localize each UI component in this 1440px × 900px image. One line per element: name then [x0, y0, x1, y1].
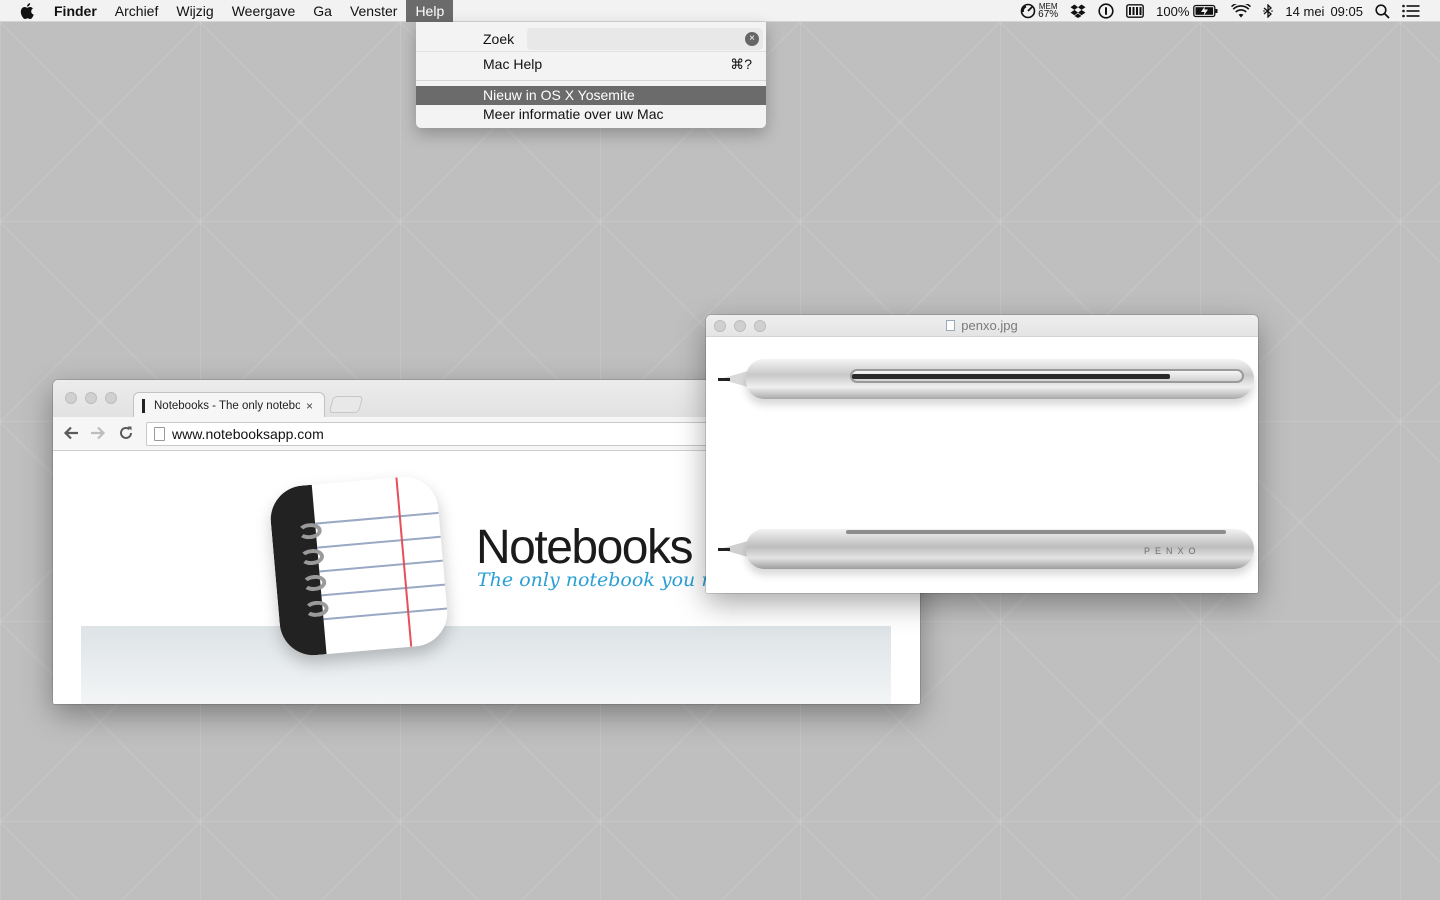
- menu-item-nieuw-in-yosemite[interactable]: Nieuw in OS X Yosemite: [416, 86, 766, 105]
- tab-title: Notebooks - The only notebook you need.: [154, 399, 300, 412]
- menu-finder[interactable]: Finder: [54, 0, 106, 22]
- help-search-row: Zoek ×: [416, 26, 766, 52]
- pen-bottom: PENXO: [746, 529, 1254, 569]
- clear-search-icon[interactable]: ×: [745, 32, 759, 46]
- memory-monitor[interactable]: MEM 67%: [1020, 0, 1058, 22]
- preview-title: penxo.jpg: [961, 318, 1018, 333]
- zoom-window-button[interactable]: [754, 320, 766, 332]
- menu-venster[interactable]: Venster: [341, 0, 406, 22]
- menu-ga[interactable]: Ga: [304, 0, 341, 22]
- dropbox-icon[interactable]: [1070, 0, 1086, 22]
- wifi-icon[interactable]: [1231, 0, 1252, 22]
- pen-lead: [718, 378, 730, 381]
- logo-paper: [267, 474, 451, 658]
- logo-ruled-line: [315, 511, 439, 525]
- forward-arrow-icon[interactable]: [89, 424, 107, 446]
- menu-item-label: Nieuw in OS X Yosemite: [483, 87, 635, 103]
- onepassword-icon[interactable]: [1098, 0, 1114, 22]
- penxo-product-image: PENXO: [706, 337, 1258, 593]
- battery-percent: 100%: [1156, 3, 1190, 19]
- minimize-window-button[interactable]: [734, 320, 746, 332]
- brand-heading[interactable]: Notebooks: [476, 520, 693, 575]
- menu-item-meer-informatie[interactable]: Meer informatie over uw Mac: [416, 105, 766, 124]
- menu-bar: Finder Archief Wijzig Weergave Ga Venste…: [0, 0, 1440, 22]
- help-menu-dropdown: Zoek × Mac Help ⌘? Nieuw in OS X Yosemit…: [416, 22, 766, 128]
- notebooks-app-logo-icon: [267, 474, 451, 658]
- menu-item-mac-help[interactable]: Mac Help ⌘?: [416, 55, 766, 74]
- page-icon: [154, 427, 165, 441]
- back-arrow-icon[interactable]: [62, 424, 80, 446]
- help-search-input[interactable]: ×: [527, 28, 763, 50]
- minimize-window-button[interactable]: [85, 392, 97, 404]
- help-search-label: Zoek: [483, 31, 515, 47]
- menu-item-label: Mac Help: [483, 56, 543, 72]
- bluetooth-icon[interactable]: [1263, 0, 1274, 22]
- clock-date[interactable]: 14 mei: [1285, 4, 1324, 19]
- menu-archief[interactable]: Archief: [106, 0, 168, 22]
- notification-center-icon[interactable]: [1402, 0, 1420, 22]
- menu-separator: [416, 51, 766, 52]
- menu-item-shortcut: ⌘?: [730, 56, 752, 72]
- logo-ruled-line: [323, 607, 448, 621]
- tab-close-icon[interactable]: ×: [306, 399, 313, 413]
- menu-weergave[interactable]: Weergave: [223, 0, 305, 22]
- logo-ruled-line: [321, 583, 446, 597]
- new-tab-button[interactable]: [328, 396, 364, 413]
- favicon-icon: [142, 398, 145, 413]
- pen-lead: [718, 548, 730, 551]
- address-bar[interactable]: www.notebooksapp.com: [146, 422, 746, 446]
- battery-charging-icon: [1193, 4, 1218, 18]
- mem-value: 67%: [1038, 9, 1059, 20]
- browser-tab[interactable]: Notebooks - The only notebook you need. …: [133, 392, 325, 418]
- clock-time[interactable]: 09:05: [1330, 4, 1363, 19]
- preview-titlebar[interactable]: penxo.jpg: [706, 315, 1258, 337]
- reload-icon[interactable]: [117, 424, 135, 446]
- menu-help[interactable]: Help: [406, 0, 454, 22]
- pen-clip: [850, 369, 1244, 383]
- memory-gauge-icon: [1020, 3, 1036, 19]
- address-bar-url: www.notebooksapp.com: [172, 426, 324, 442]
- menu-separator: [416, 80, 766, 81]
- pen-top: [746, 359, 1254, 399]
- memory-readout: MEM 67%: [1038, 3, 1059, 20]
- close-window-button[interactable]: [65, 392, 77, 404]
- apple-menu-icon[interactable]: [0, 0, 54, 22]
- logo-ruled-line: [317, 535, 441, 549]
- preview-window: penxo.jpg PENXO: [706, 315, 1258, 593]
- page-banner-floor: [81, 626, 891, 704]
- zoom-window-button[interactable]: [105, 392, 117, 404]
- battery-status[interactable]: 100%: [1156, 0, 1219, 22]
- status-area: MEM 67% 100% 14 mei 09:05: [1020, 0, 1440, 22]
- penxo-engraving: PENXO: [1144, 546, 1201, 556]
- logo-ruled-line: [319, 559, 443, 573]
- menu-item-label: Meer informatie over uw Mac: [483, 106, 664, 122]
- menu-wijzig[interactable]: Wijzig: [167, 0, 222, 22]
- close-window-button[interactable]: [714, 320, 726, 332]
- memory-bars-icon[interactable]: [1126, 0, 1145, 22]
- image-file-icon: [946, 320, 956, 331]
- spotlight-search-icon[interactable]: [1375, 0, 1390, 22]
- pen-clip: [846, 530, 1226, 534]
